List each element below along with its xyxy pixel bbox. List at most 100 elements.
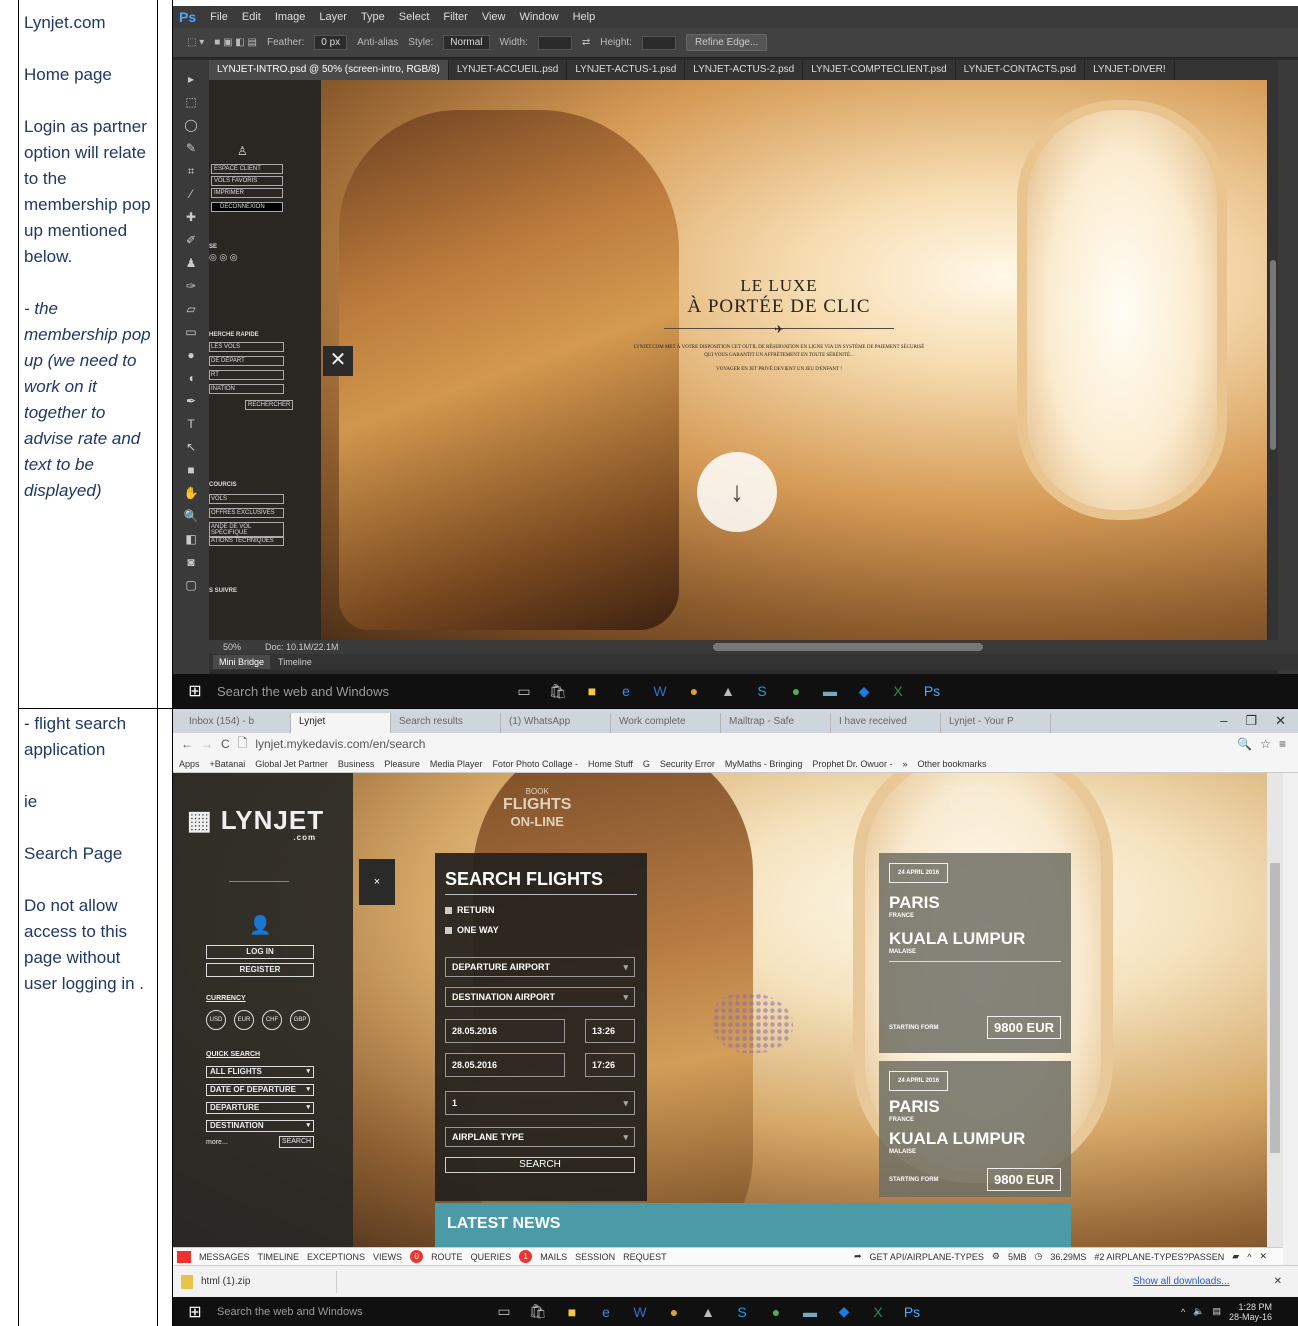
windows-start-icon[interactable]: ⊞ xyxy=(173,1302,217,1322)
healing-tool-icon[interactable]: ✚ xyxy=(181,208,201,226)
shape-tool-icon[interactable]: ■ xyxy=(181,461,201,479)
hotspot-icon[interactable]: ● xyxy=(759,1304,793,1320)
ps-menu-view[interactable]: View xyxy=(482,11,506,23)
dbg-route[interactable]: ROUTE xyxy=(431,1252,463,1262)
close-icon[interactable]: ✕ xyxy=(323,346,353,376)
currency-usd[interactable]: USD xyxy=(206,1010,226,1030)
search-button[interactable]: SEARCH xyxy=(445,1157,635,1173)
departure-airport-select[interactable]: DEPARTURE AIRPORT xyxy=(445,957,635,977)
eyedropper-tool-icon[interactable]: ⁄ xyxy=(181,185,201,203)
file-explorer-icon[interactable]: ■ xyxy=(555,1304,589,1320)
dbg-queries[interactable]: QUERIES xyxy=(471,1252,512,1262)
bookmark[interactable]: Security Error xyxy=(660,759,715,769)
dbg-timeline[interactable]: TIMELINE xyxy=(258,1252,300,1262)
photos-icon[interactable]: ▲ xyxy=(711,683,745,699)
ps-doc-tab[interactable]: LYNJET-DIVER! xyxy=(1085,60,1175,80)
store-icon[interactable]: 🛍 xyxy=(541,683,575,700)
taskbar-search[interactable]: Search the web and Windows xyxy=(217,684,507,699)
taskbar-search[interactable]: Search the web and Windows xyxy=(217,1306,487,1318)
menu-icon[interactable]: ≡ xyxy=(1279,737,1286,751)
bookmark[interactable]: +Batanai xyxy=(210,759,246,769)
hand-tool-icon[interactable]: ✋ xyxy=(181,484,201,502)
history-brush-icon[interactable]: ✑ xyxy=(181,277,201,295)
currency-gbp[interactable]: GBP xyxy=(290,1010,310,1030)
bookmark[interactable]: G xyxy=(643,759,650,769)
close-icon[interactable]: ✕ xyxy=(1274,1276,1282,1287)
ps-menu-type[interactable]: Type xyxy=(361,11,385,23)
restore-icon[interactable]: ❐ xyxy=(1245,713,1257,729)
file-explorer-icon[interactable]: ■ xyxy=(575,683,609,699)
currency-eur[interactable]: EUR xyxy=(234,1010,254,1030)
zoom-tool-icon[interactable]: 🔍 xyxy=(181,507,201,525)
browser-tab[interactable]: I have received xyxy=(831,713,941,733)
dbg-views[interactable]: VIEWS xyxy=(373,1252,402,1262)
ps-menu-help[interactable]: Help xyxy=(573,11,596,23)
browser-tab[interactable]: Work complete xyxy=(611,713,721,733)
dodge-tool-icon[interactable]: ◖ xyxy=(181,369,201,387)
photoshop-taskbar-icon[interactable]: Ps xyxy=(915,683,949,699)
bookmark[interactable]: Apps xyxy=(179,759,200,769)
mini-bridge-tab[interactable]: Mini Bridge xyxy=(213,655,271,669)
chevron-up-icon[interactable]: ^ xyxy=(1247,1252,1251,1262)
currency-chf[interactable]: CHF xyxy=(262,1010,282,1030)
path-select-icon[interactable]: ↖ xyxy=(181,438,201,456)
timeline-tab[interactable]: Timeline xyxy=(278,657,312,667)
skype-icon[interactable]: S xyxy=(745,683,779,699)
refine-edge-button[interactable]: Refine Edge... xyxy=(685,34,768,51)
ps-doc-tab[interactable]: LYNJET-CONTACTS.psd xyxy=(956,60,1086,80)
browser-tab[interactable]: (1) WhatsApp xyxy=(501,713,611,733)
image-viewer-icon[interactable]: ▬ xyxy=(813,683,847,699)
return-time-input[interactable]: 17:26 xyxy=(585,1053,635,1077)
folder-icon[interactable]: ▰ xyxy=(1232,1251,1239,1262)
browser-tab[interactable]: Mailtrap - Safe xyxy=(721,713,831,733)
ps-menu-select[interactable]: Select xyxy=(399,11,430,23)
color-swatch-icon[interactable]: ◧ xyxy=(181,530,201,548)
clock[interactable]: 1:28 PM 28-May-16 xyxy=(1229,1302,1272,1322)
ps-doc-tab[interactable]: LYNJET-ACTUS-2.psd xyxy=(685,60,804,80)
bookmark[interactable]: Pleasure xyxy=(384,759,420,769)
eraser-tool-icon[interactable]: ▱ xyxy=(181,300,201,318)
show-all-downloads-link[interactable]: Show all downloads... xyxy=(1133,1276,1230,1287)
bookmarks-overflow[interactable]: » xyxy=(902,759,907,769)
register-button[interactable]: REGISTER xyxy=(206,963,314,977)
browser-tab[interactable]: Inbox (154) - b xyxy=(181,713,291,733)
selection-mode-icons[interactable]: ■ ▣ ◧ ▤ xyxy=(214,37,257,48)
chrome-icon[interactable]: ● xyxy=(677,683,711,699)
dbg-request-select[interactable]: #2 AIRPLANE-TYPES?PASSEN xyxy=(1094,1252,1224,1262)
return-checkbox[interactable]: RETURN xyxy=(445,905,637,915)
stamp-tool-icon[interactable]: ♟ xyxy=(181,254,201,272)
close-window-icon[interactable]: ✕ xyxy=(1275,713,1286,729)
pen-tool-icon[interactable]: ✒ xyxy=(181,392,201,410)
word-icon[interactable]: W xyxy=(623,1304,657,1320)
bookmark[interactable]: MyMaths - Bringing xyxy=(725,759,803,769)
lynjet-logo[interactable]: ▦ LYNJET .com xyxy=(187,805,324,842)
excel-icon[interactable]: X xyxy=(861,1304,895,1320)
windows-start-icon[interactable]: ⊞ xyxy=(173,681,217,701)
height-input[interactable] xyxy=(641,35,676,50)
dbg-messages[interactable]: MESSAGES xyxy=(199,1252,250,1262)
bookmark[interactable]: Global Jet Partner xyxy=(255,759,328,769)
store-icon[interactable]: 🛍 xyxy=(521,1303,555,1320)
bookmark[interactable]: Fotor Photo Collage - xyxy=(492,759,578,769)
ps-menu-edit[interactable]: Edit xyxy=(242,11,261,23)
ps-doc-tab[interactable]: LYNJET-INTRO.psd @ 50% (screen-intro, RG… xyxy=(209,60,449,80)
lasso-tool-icon[interactable]: ◯ xyxy=(181,116,201,134)
move-tool-icon[interactable]: ▸ xyxy=(181,70,201,88)
bookmark[interactable]: Home Stuff xyxy=(588,759,633,769)
image-viewer-icon[interactable]: ▬ xyxy=(793,1304,827,1320)
zoom-icon[interactable]: 🔍 xyxy=(1237,737,1252,751)
word-icon[interactable]: W xyxy=(643,683,677,699)
edge-browser-icon[interactable]: e xyxy=(609,683,643,699)
ps-vertical-scrollbar[interactable] xyxy=(1268,80,1278,640)
departure-date-input[interactable]: 28.05.2016 xyxy=(445,1019,565,1043)
airplane-type-select[interactable]: AIRPLANE TYPE xyxy=(445,1127,635,1147)
ps-menu-window[interactable]: Window xyxy=(519,11,558,23)
url-field[interactable]: lynjet.mykedavis.com/en/search xyxy=(255,737,425,751)
task-view-icon[interactable]: ▭ xyxy=(487,1303,521,1320)
back-icon[interactable]: ← xyxy=(181,737,193,751)
other-bookmarks[interactable]: Other bookmarks xyxy=(917,759,986,769)
dbg-session[interactable]: SESSION xyxy=(575,1252,615,1262)
offer-card[interactable]: 24 APRIL 2016 PARIS FRANCE KUALA LUMPUR … xyxy=(879,1061,1071,1197)
offer-card[interactable]: 24 APRIL 2016 PARIS FRANCE KUALA LUMPUR … xyxy=(879,853,1071,1053)
reload-icon[interactable]: C xyxy=(221,737,230,751)
